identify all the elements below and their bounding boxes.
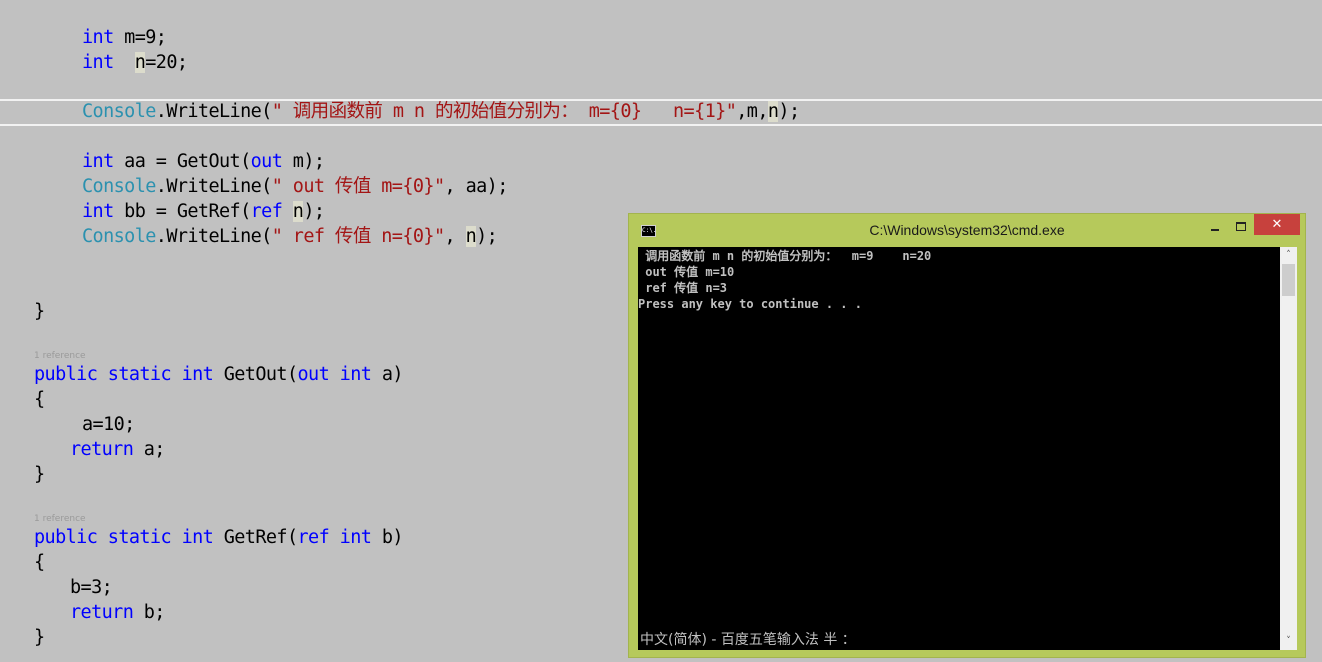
- keyword-token: public: [34, 527, 98, 548]
- code-line[interactable]: }: [34, 462, 45, 487]
- code-token: bb = GetRef(: [113, 201, 251, 222]
- code-token: ,: [444, 226, 466, 247]
- code-token: b): [371, 527, 404, 548]
- console-output-line: out 传值 m=10: [638, 265, 735, 279]
- highlighted-reference-token: n: [465, 226, 477, 247]
- code-token: );: [778, 101, 800, 122]
- code-token: b=3;: [70, 577, 113, 598]
- code-token: .WriteLine(: [155, 101, 273, 122]
- code-token: .WriteLine(: [155, 176, 273, 197]
- keyword-token: int: [82, 52, 114, 73]
- code-token: }: [34, 301, 45, 322]
- type-token: Console: [82, 176, 156, 197]
- maximize-button[interactable]: [1228, 216, 1254, 236]
- keyword-token: int: [82, 27, 114, 48]
- code-line[interactable]: int aa = GetOut(out m);: [82, 149, 325, 174]
- code-line[interactable]: int n=20;: [82, 50, 188, 75]
- keyword-token: public: [34, 364, 98, 385]
- console-scrollbar[interactable]: ˄ ˅: [1280, 247, 1297, 650]
- code-token: }: [34, 464, 45, 485]
- code-line[interactable]: int bb = GetRef(ref n);: [82, 199, 325, 224]
- keyword-token: static: [107, 527, 172, 548]
- code-token: , aa);: [444, 176, 509, 197]
- code-line[interactable]: }: [34, 625, 45, 650]
- code-line[interactable]: Console.WriteLine(" ref 传值 n={0}", n);: [82, 224, 498, 249]
- code-line[interactable]: public static int GetOut(out int a): [34, 362, 404, 387]
- code-token: }: [34, 627, 45, 648]
- type-token: Console: [82, 101, 156, 122]
- keyword-token: ref: [250, 201, 283, 222]
- code-token: b;: [133, 602, 166, 623]
- code-line[interactable]: b=3;: [70, 575, 113, 600]
- string-token: " 调用函数前 m n 的初始值分别为： m={0} n={1}": [271, 101, 737, 122]
- console-output-line: Press any key to continue . . .: [638, 297, 862, 311]
- code-token: a;: [133, 439, 166, 460]
- keyword-token: int: [339, 527, 372, 548]
- keyword-token: out: [250, 151, 283, 172]
- keyword-token: return: [70, 439, 134, 460]
- highlighted-reference-token: n: [292, 201, 304, 222]
- keyword-token: int: [82, 201, 114, 222]
- code-line[interactable]: {: [34, 550, 45, 575]
- type-token: Console: [82, 226, 156, 247]
- code-line[interactable]: Console.WriteLine(" out 传值 m={0}", aa);: [82, 174, 508, 199]
- console-output-line: 调用函数前 m n 的初始值分别为： m=9 n=20: [638, 249, 932, 263]
- keyword-token: int: [82, 151, 114, 172]
- code-token: {: [34, 552, 45, 573]
- keyword-token: static: [107, 364, 172, 385]
- scroll-down-arrow-icon[interactable]: ˅: [1280, 633, 1297, 650]
- code-token: =20;: [145, 52, 188, 73]
- code-token: ,m,: [736, 101, 768, 122]
- highlighted-reference-token: n: [134, 52, 146, 73]
- code-token: );: [476, 226, 498, 247]
- close-button[interactable]: ✕: [1254, 214, 1300, 235]
- code-token: GetOut(: [213, 364, 298, 385]
- code-line[interactable]: a=10;: [82, 412, 135, 437]
- code-line[interactable]: }: [34, 299, 45, 324]
- code-line[interactable]: public static int GetRef(ref int b): [34, 525, 404, 550]
- code-line[interactable]: Console.WriteLine(" 调用函数前 m n 的初始值分别为： m…: [82, 99, 800, 124]
- keyword-token: return: [70, 602, 134, 623]
- code-token: {: [34, 389, 45, 410]
- code-token: .WriteLine(: [155, 226, 273, 247]
- keyword-token: ref: [297, 527, 330, 548]
- code-token: );: [303, 201, 325, 222]
- code-token: aa = GetOut(: [113, 151, 251, 172]
- code-token: a=10;: [82, 414, 135, 435]
- keyword-token: out: [297, 364, 330, 385]
- keyword-token: int: [181, 364, 214, 385]
- code-line[interactable]: {: [34, 387, 45, 412]
- minimize-button[interactable]: [1202, 216, 1228, 236]
- console-window[interactable]: C:\. C:\Windows\system32\cmd.exe ✕ 调用函数前…: [628, 213, 1306, 658]
- ime-status-bar: 中文(简体) - 百度五笔输入法 半 ：: [640, 632, 856, 648]
- code-token: m);: [282, 151, 325, 172]
- console-title-bar[interactable]: C:\. C:\Windows\system32\cmd.exe ✕: [629, 214, 1305, 247]
- code-token: a): [371, 364, 404, 385]
- keyword-token: int: [181, 527, 214, 548]
- scrollbar-thumb[interactable]: [1282, 264, 1295, 296]
- code-token: GetRef(: [213, 527, 298, 548]
- keyword-token: int: [339, 364, 372, 385]
- code-token: m=9;: [113, 27, 167, 48]
- string-token: " out 传值 m={0}": [271, 176, 445, 197]
- code-line[interactable]: int m=9;: [82, 25, 167, 50]
- code-line[interactable]: return b;: [70, 600, 165, 625]
- console-output-line: ref 传值 n=3: [638, 281, 728, 295]
- highlighted-reference-token: n: [767, 101, 779, 122]
- codelens-references[interactable]: 1 reference: [34, 513, 86, 525]
- scroll-up-arrow-icon[interactable]: ˄: [1280, 247, 1297, 264]
- codelens-references[interactable]: 1 reference: [34, 350, 86, 362]
- string-token: " ref 传值 n={0}": [271, 226, 445, 247]
- code-line[interactable]: return a;: [70, 437, 165, 462]
- console-output-area[interactable]: 调用函数前 m n 的初始值分别为： m=9 n=20 out 传值 m=10 …: [638, 247, 1280, 650]
